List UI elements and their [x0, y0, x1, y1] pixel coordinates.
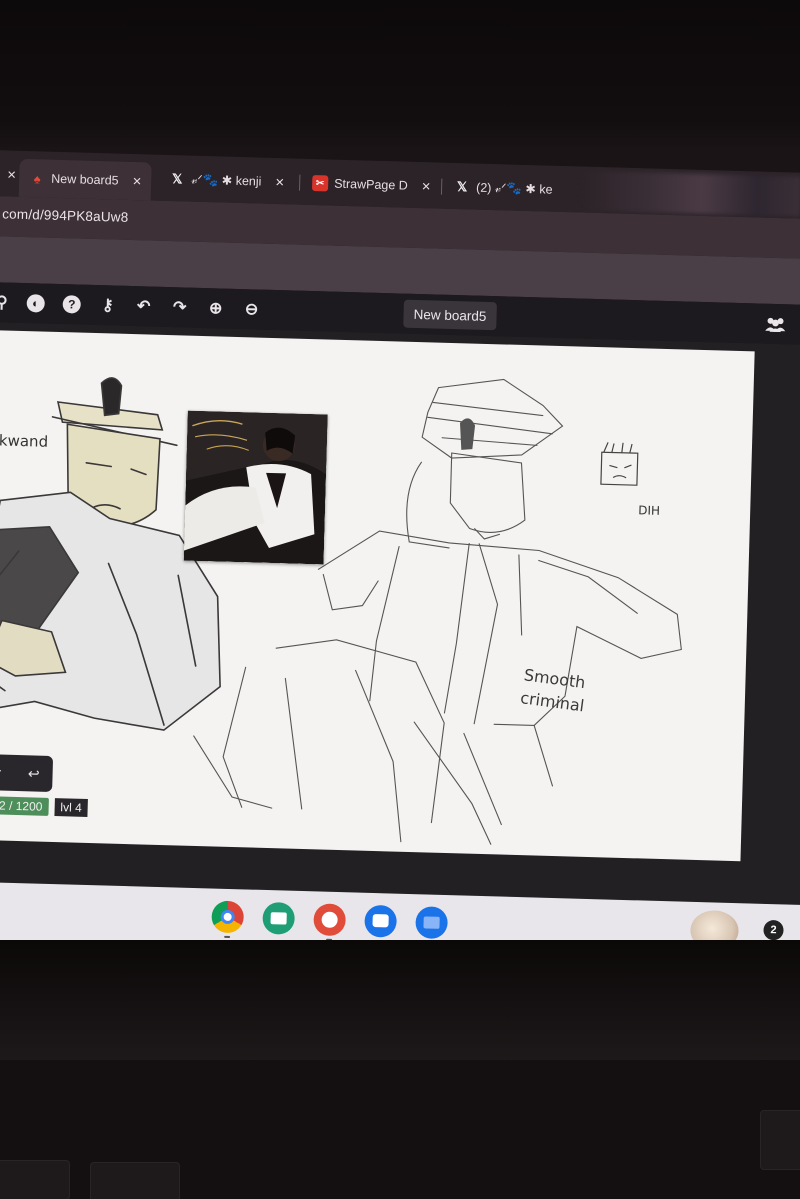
paint-icon[interactable] — [313, 903, 347, 937]
drawing-canvas[interactable]: sekwand DIH Smooth criminal — [0, 329, 755, 862]
redo-icon[interactable]: ↷ — [167, 295, 192, 320]
tab-x-ke[interactable]: 𝕏 (2) 𝓋ᐟ🐾 ✱ ke — [444, 171, 563, 206]
status-bar: 752 / 1200 lvl 4 — [0, 794, 88, 819]
zoom-controls: ☛ ↩ — [0, 753, 54, 792]
annotation-criminal: criminal — [519, 688, 585, 715]
tab-label: 𝓋ᐟ🐾 ✱ kenji — [191, 172, 262, 189]
tab-x-kenji[interactable]: 𝕏 𝓋ᐟ🐾 ✱ kenji × — [159, 163, 295, 199]
notification-badge[interactable]: 2 — [763, 919, 784, 941]
chrome-icon[interactable] — [211, 900, 245, 934]
tab-separator — [440, 178, 443, 195]
dih-face-drawing — [600, 442, 639, 486]
board-title: New board5 — [403, 299, 497, 331]
tab-label: New board5 — [51, 171, 119, 188]
close-icon[interactable]: × — [275, 173, 284, 190]
paint-icon: ♠ — [33, 170, 41, 186]
x-logo-icon: 𝕏 — [456, 179, 468, 195]
laptop-screen: × ♠ New board5 × 𝕏 𝓋ᐟ🐾 ✱ kenji × ✂ Straw… — [0, 150, 800, 973]
annotation-smooth: Smooth — [523, 665, 587, 692]
blurred-tabs — [580, 170, 800, 217]
ink-counter: 752 / 1200 — [0, 795, 49, 816]
annotation-sekwand: sekwand — [0, 431, 48, 451]
keyboard — [0, 1070, 800, 1199]
strawpage-icon: ✂ — [311, 175, 329, 192]
sketches: sekwand DIH Smooth criminal — [0, 377, 682, 845]
keyboard-key — [0, 1160, 70, 1199]
search-icon[interactable]: ⚲ — [0, 290, 14, 315]
brush-icon[interactable]: ◐ — [23, 291, 48, 316]
tab-label: StrawPage D — [333, 176, 409, 193]
undo-small-icon[interactable]: ↩ — [28, 765, 40, 782]
help-icon[interactable]: ? — [59, 292, 84, 317]
pointer-icon[interactable]: ☛ — [0, 764, 2, 781]
files-icon[interactable] — [415, 906, 449, 940]
keyboard-key — [760, 1110, 800, 1170]
workspace: sekwand DIH Smooth criminal ☛ ↩ 752 / 12… — [0, 321, 800, 906]
close-icon[interactable]: × — [422, 178, 431, 195]
undo-icon[interactable]: ↶ — [131, 294, 156, 319]
slides-icon[interactable] — [262, 901, 296, 935]
annotation-dih: DIH — [638, 503, 660, 518]
level-badge: lvl 4 — [54, 798, 88, 817]
tab-new-board5[interactable]: ♠ New board5 × — [18, 158, 152, 201]
x-logo-icon: 𝕏 — [171, 171, 183, 187]
users-icon[interactable] — [763, 312, 788, 337]
close-icon[interactable]: × — [132, 172, 141, 189]
camera-icon[interactable] — [364, 904, 398, 938]
running-indicator — [224, 935, 231, 939]
laptop-bezel — [0, 940, 800, 1060]
keyboard-key — [90, 1162, 180, 1199]
tab-separator — [298, 174, 301, 191]
close-icon[interactable]: × — [7, 166, 16, 183]
photo-frame: × ♠ New board5 × 𝕏 𝓋ᐟ🐾 ✱ kenji × ✂ Straw… — [0, 0, 800, 1199]
key-icon[interactable]: ⚷ — [95, 293, 120, 318]
tab-strawpage[interactable]: ✂ StrawPage D × — [302, 167, 441, 203]
tab-label: (2) 𝓋ᐟ🐾 ✱ ke — [475, 180, 553, 197]
zoom-out-icon[interactable]: ⊖ — [239, 297, 264, 322]
url-text[interactable]: com/d/994PK8aUw8 — [2, 206, 129, 225]
zoom-in-icon[interactable]: ⊕ — [203, 296, 228, 321]
album-cover-image[interactable] — [183, 410, 328, 565]
